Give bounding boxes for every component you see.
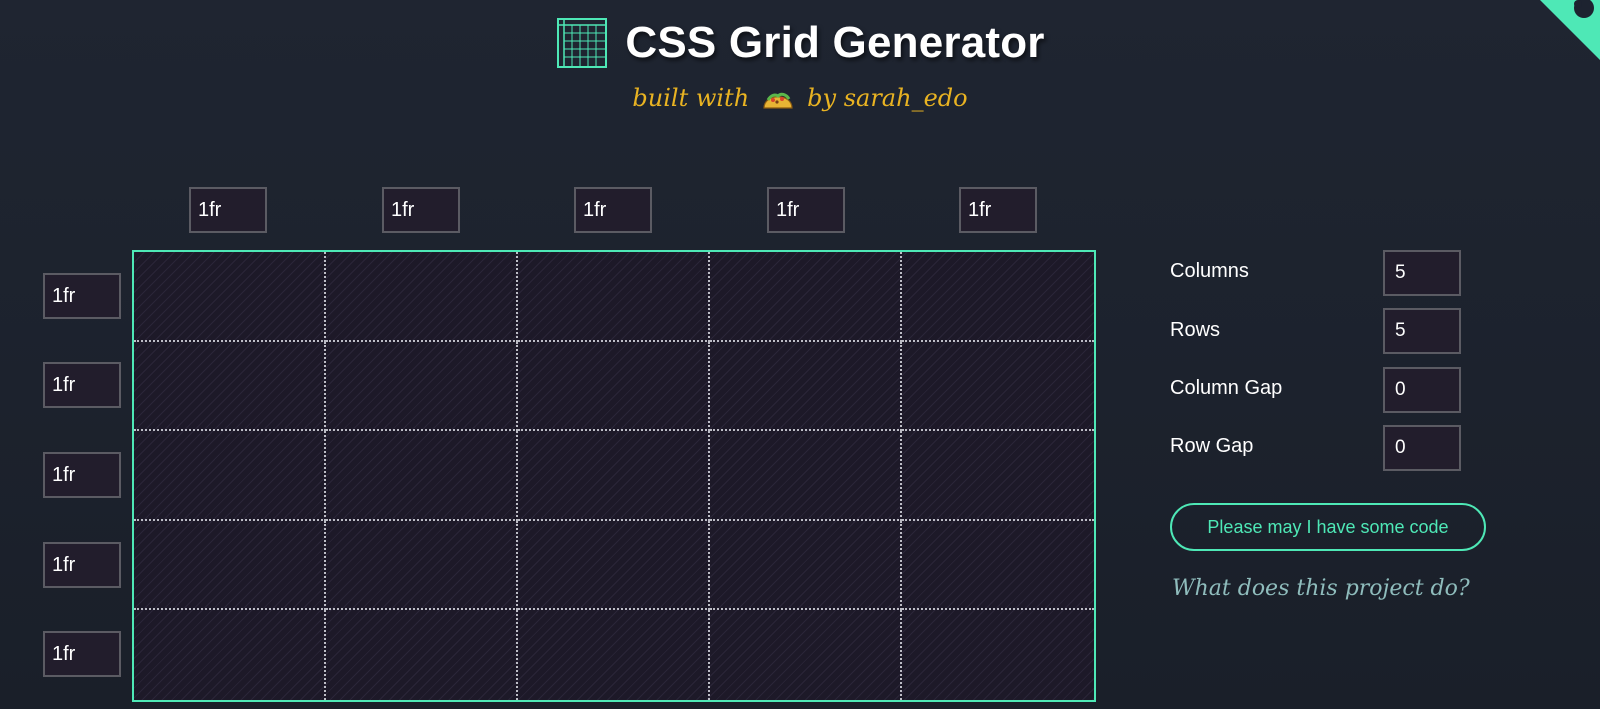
grid-cell[interactable] — [326, 252, 518, 342]
row-track-input-4[interactable] — [43, 542, 121, 588]
column-track-input-3[interactable] — [574, 187, 652, 233]
column-track-input-4[interactable] — [767, 187, 845, 233]
rows-label: Rows — [1170, 319, 1221, 341]
grid-cell[interactable] — [902, 431, 1094, 521]
grid-cell[interactable] — [710, 341, 902, 432]
column-gap-input[interactable] — [1383, 367, 1461, 413]
page-title: CSS Grid Generator — [625, 18, 1045, 67]
grid-cell[interactable] — [134, 341, 326, 432]
row-track-input-5[interactable] — [43, 631, 121, 677]
about-project-link[interactable]: What does this project do? — [1172, 576, 1470, 601]
grid-cell[interactable] — [326, 520, 518, 611]
grid-cell[interactable] — [902, 610, 1094, 700]
column-gap-label: Column Gap — [1170, 377, 1283, 399]
row-gap-input[interactable] — [1383, 425, 1461, 471]
column-track-input-2[interactable] — [382, 187, 460, 233]
grid-cell[interactable] — [518, 341, 710, 432]
grid-cell[interactable] — [518, 520, 710, 611]
grid-cell[interactable] — [326, 341, 518, 432]
grid-cell[interactable] — [902, 342, 1094, 432]
grid-icon — [557, 18, 608, 68]
row-track-input-3[interactable] — [43, 452, 121, 498]
grid-cell[interactable] — [134, 520, 326, 611]
header: CSS Grid Generator — [0, 14, 1600, 72]
grid-cell[interactable] — [134, 610, 326, 700]
grid-cell[interactable] — [710, 431, 902, 521]
row-gap-label: Row Gap — [1170, 435, 1254, 457]
column-track-input-5[interactable] — [959, 187, 1037, 233]
grid-cell[interactable] — [326, 610, 518, 700]
rows-input[interactable] — [1383, 308, 1461, 354]
grid-cell[interactable] — [902, 521, 1094, 611]
grid-canvas[interactable] — [132, 250, 1096, 702]
grid-cell[interactable] — [134, 252, 326, 342]
grid-cell[interactable] — [902, 252, 1094, 342]
grid-cell[interactable] — [518, 252, 710, 342]
subtitle-suffix: by sarah_edo — [807, 84, 968, 112]
grid-cell[interactable] — [326, 431, 518, 521]
row-track-input-1[interactable] — [43, 273, 121, 319]
grid-cell[interactable] — [518, 610, 710, 700]
subtitle: built with by sarah_edo — [0, 78, 1600, 118]
columns-input[interactable] — [1383, 250, 1461, 296]
row-track-input-2[interactable] — [43, 362, 121, 408]
grid-cell[interactable] — [710, 520, 902, 611]
column-track-input-1[interactable] — [189, 187, 267, 233]
grid-cell[interactable] — [710, 252, 902, 342]
taco-icon — [763, 92, 793, 109]
corner-ribbon-link[interactable] — [1520, 0, 1600, 80]
subtitle-prefix: built with — [632, 84, 750, 112]
get-code-button[interactable]: Please may I have some code — [1170, 503, 1486, 551]
grid-cell[interactable] — [134, 431, 326, 521]
grid-cell[interactable] — [710, 610, 902, 700]
grid-cell[interactable] — [518, 431, 710, 521]
corner-ribbon-icon — [1540, 0, 1600, 60]
columns-label: Columns — [1170, 260, 1249, 282]
